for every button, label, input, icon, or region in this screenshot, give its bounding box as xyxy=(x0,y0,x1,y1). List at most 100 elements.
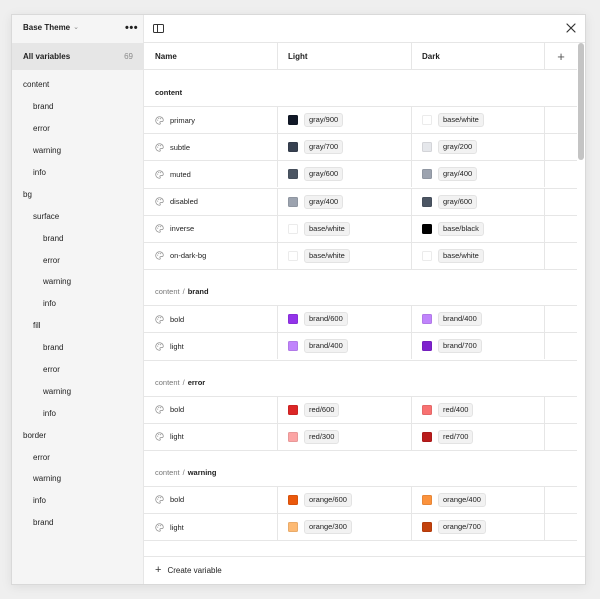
sidebar-group-brand[interactable]: brand xyxy=(12,227,143,249)
color-palette-icon xyxy=(155,224,164,233)
sidebar-group-warning[interactable]: warning xyxy=(12,140,143,162)
table-row[interactable]: bold brand/600 brand/400 xyxy=(144,306,577,334)
variable-name-cell[interactable]: muted xyxy=(144,161,278,188)
value-tag: brand/400 xyxy=(438,312,482,327)
table-row[interactable]: bold red/600 red/400 xyxy=(144,396,577,424)
sidebar-group-warning[interactable]: warning xyxy=(12,271,143,293)
scrollbar[interactable] xyxy=(577,43,585,556)
light-value-cell[interactable]: gray/600 xyxy=(278,161,412,188)
scrollbar-thumb[interactable] xyxy=(578,43,584,160)
variable-name-cell[interactable]: on-dark-bg xyxy=(144,242,278,269)
variable-name-cell[interactable]: light xyxy=(144,333,278,360)
table-row[interactable]: inverse base/white base/black xyxy=(144,215,577,243)
table-row[interactable]: disabled gray/400 gray/600 xyxy=(144,188,577,216)
close-icon[interactable] xyxy=(565,22,577,34)
sidebar-group-brand[interactable]: brand xyxy=(12,337,143,359)
table-row[interactable]: primary gray/900 base/white xyxy=(144,107,577,135)
column-header-light: Light xyxy=(278,43,412,69)
color-swatch xyxy=(288,404,298,415)
sidebar-group-bg[interactable]: bg xyxy=(12,183,143,205)
sidebar-group-info[interactable]: info xyxy=(12,490,143,512)
variable-name-cell[interactable]: bold xyxy=(144,306,278,333)
table-row[interactable]: subtle gray/700 gray/200 xyxy=(144,134,577,162)
empty-cell xyxy=(545,216,577,242)
sidebar-panel-icon[interactable] xyxy=(153,24,164,33)
table-row[interactable]: bold orange/600 orange/400 xyxy=(144,486,577,515)
color-swatch xyxy=(288,341,298,352)
light-value-cell[interactable]: orange/300 xyxy=(278,514,412,541)
dark-value-cell[interactable]: gray/200 xyxy=(412,134,545,161)
light-value-cell[interactable]: base/white xyxy=(278,242,412,269)
dark-value-cell[interactable]: red/700 xyxy=(412,423,545,450)
light-value-cell[interactable]: gray/400 xyxy=(278,188,412,215)
color-swatch xyxy=(288,115,298,125)
light-value-cell[interactable]: base/white xyxy=(278,215,412,242)
sidebar-group-info[interactable]: info xyxy=(12,293,143,315)
more-horizontal-icon[interactable]: ••• xyxy=(125,23,138,34)
sidebar-group-border[interactable]: border xyxy=(12,424,143,446)
dark-value-cell[interactable]: gray/600 xyxy=(412,188,545,215)
light-value-cell[interactable]: red/600 xyxy=(278,396,412,423)
sidebar-group-error[interactable]: error xyxy=(12,118,143,140)
sidebar-group-surface[interactable]: surface xyxy=(12,205,143,227)
color-swatch xyxy=(288,250,298,261)
all-variables-item[interactable]: All variables 69 xyxy=(12,43,143,70)
table-row[interactable]: muted gray/600 gray/400 xyxy=(144,161,577,189)
section-header: content / warning xyxy=(144,451,577,487)
light-value-cell[interactable]: brand/400 xyxy=(278,333,412,360)
sidebar-group-error[interactable]: error xyxy=(12,446,143,468)
variable-name-cell[interactable]: light xyxy=(144,514,278,541)
dark-value-cell[interactable]: brand/700 xyxy=(412,333,545,360)
column-header-name: Name xyxy=(144,43,278,69)
section-separator: / xyxy=(182,467,185,477)
light-value-cell[interactable]: orange/600 xyxy=(278,486,412,513)
variable-name-cell[interactable]: light xyxy=(144,423,278,450)
variable-name: inverse xyxy=(170,224,195,234)
sidebar-group-warning[interactable]: warning xyxy=(12,380,143,402)
value-tag: base/white xyxy=(304,248,350,263)
light-value-cell[interactable]: gray/700 xyxy=(278,134,412,161)
variable-name-cell[interactable]: bold xyxy=(144,396,278,423)
dark-value-cell[interactable]: brand/400 xyxy=(412,306,545,333)
sidebar-group-error[interactable]: error xyxy=(12,359,143,381)
table-row[interactable]: light red/300 red/700 xyxy=(144,423,577,451)
empty-cell xyxy=(545,397,577,423)
all-variables-count: 69 xyxy=(124,52,133,61)
variable-name-cell[interactable]: subtle xyxy=(144,134,278,161)
empty-cell xyxy=(545,189,577,215)
dark-value-cell[interactable]: base/black xyxy=(412,215,545,242)
sidebar-group-brand[interactable]: brand xyxy=(12,96,143,118)
dark-value-cell[interactable]: red/400 xyxy=(412,396,545,423)
dark-value-cell[interactable]: base/white xyxy=(412,107,545,133)
value-tag: brand/400 xyxy=(304,339,348,354)
color-palette-icon xyxy=(155,170,164,179)
table-row[interactable]: light brand/400 brand/700 xyxy=(144,333,577,361)
variable-name-cell[interactable]: inverse xyxy=(144,215,278,242)
variable-name-cell[interactable]: disabled xyxy=(144,188,278,215)
sidebar-group-fill[interactable]: fill xyxy=(12,315,143,337)
add-mode-button[interactable]: + xyxy=(545,43,577,69)
sidebar-group-info[interactable]: info xyxy=(12,162,143,184)
dark-value-cell[interactable]: base/white xyxy=(412,242,545,269)
dark-value-cell[interactable]: gray/400 xyxy=(412,161,545,188)
sidebar-group-warning[interactable]: warning xyxy=(12,468,143,490)
empty-cell xyxy=(545,487,577,513)
dark-value-cell[interactable]: orange/700 xyxy=(412,514,545,541)
sidebar-group-info[interactable]: info xyxy=(12,402,143,424)
create-variable-button[interactable]: + Create variable xyxy=(144,556,585,584)
light-value-cell[interactable]: red/300 xyxy=(278,423,412,450)
theme-selector[interactable]: Base Theme ⌄ xyxy=(23,23,79,32)
light-value-cell[interactable]: gray/900 xyxy=(278,107,412,133)
variable-name-cell[interactable]: primary xyxy=(144,107,278,133)
color-palette-icon xyxy=(155,522,164,532)
sidebar-group-content[interactable]: content xyxy=(12,74,143,96)
color-swatch xyxy=(422,250,432,261)
sidebar-group-brand[interactable]: brand xyxy=(12,512,143,534)
section-label: brand xyxy=(187,287,209,297)
dark-value-cell[interactable]: orange/400 xyxy=(412,486,545,513)
table-row[interactable]: light orange/300 orange/700 xyxy=(144,514,577,542)
variable-name-cell[interactable]: bold xyxy=(144,486,278,513)
light-value-cell[interactable]: brand/600 xyxy=(278,306,412,333)
table-row[interactable]: on-dark-bg base/white base/white xyxy=(144,242,577,271)
sidebar-group-error[interactable]: error xyxy=(12,249,143,271)
